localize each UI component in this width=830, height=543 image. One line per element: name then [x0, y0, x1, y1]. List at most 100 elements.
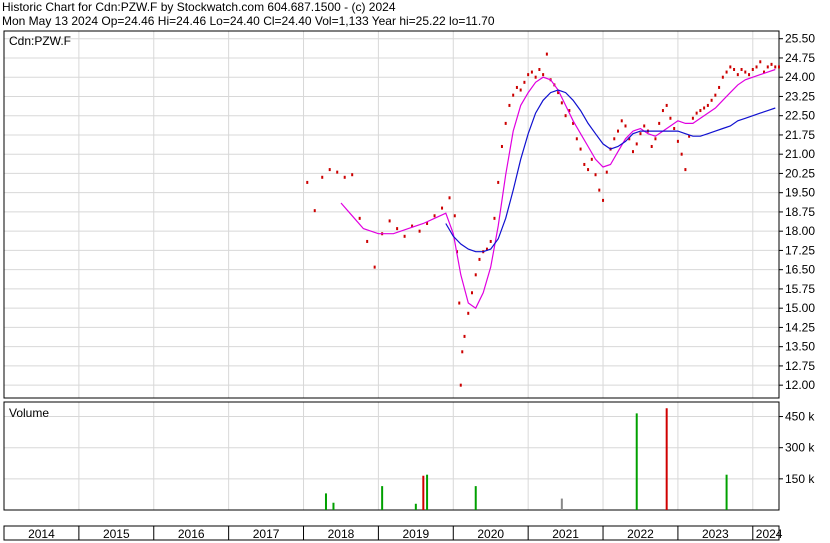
price-tick-label: 18.75 [785, 205, 815, 219]
price-mark [680, 152, 683, 156]
price-mark [403, 234, 406, 238]
price-mark [493, 216, 496, 220]
price-mark [467, 311, 470, 315]
price-mark [321, 175, 324, 179]
price-mark [583, 162, 586, 166]
x-tick-label: 2021 [552, 527, 579, 541]
price-mark [306, 180, 309, 184]
price-tick-label: 14.25 [785, 320, 815, 334]
price-tick-label: 25.50 [785, 32, 815, 46]
price-mark [538, 67, 541, 71]
chart-grid [4, 31, 779, 540]
price-mark [710, 98, 713, 102]
price-mark [703, 106, 706, 110]
price-mark [721, 75, 724, 79]
price-tick-label: 24.75 [785, 51, 815, 65]
price-mark [474, 273, 477, 277]
price-mark [478, 257, 481, 261]
moving-average-slow-line [445, 89, 776, 253]
price-mark [770, 62, 773, 66]
price-mark [669, 116, 672, 120]
price-mark [560, 101, 563, 105]
price-mark [459, 383, 462, 387]
price-mark [661, 109, 664, 113]
price-tick-label: 22.50 [785, 109, 815, 123]
price-mark [313, 209, 316, 213]
price-mark [766, 65, 769, 69]
price-mark [542, 73, 545, 77]
price-mark [461, 350, 464, 354]
x-tick-label: 2019 [402, 527, 429, 541]
price-tick-label: 23.25 [785, 89, 815, 103]
price-mark [706, 103, 709, 107]
price-mark [598, 188, 601, 192]
x-tick-label: 2020 [477, 527, 504, 541]
price-mark [751, 67, 754, 71]
price-mark [778, 65, 780, 69]
price-mark [575, 137, 578, 141]
price-tick-label: 20.25 [785, 166, 815, 180]
price-mark [654, 137, 657, 141]
price-mark [684, 168, 687, 172]
price-mark [470, 291, 473, 295]
price-tick-label: 19.50 [785, 186, 815, 200]
price-mark [396, 227, 399, 231]
price-tick-label: 15.75 [785, 282, 815, 296]
price-mark [564, 114, 567, 118]
price-mark [605, 170, 608, 174]
price-mark [587, 168, 590, 172]
volume-axis: 450 k 300 k 150 k [779, 410, 815, 486]
price-mark [519, 88, 522, 92]
price-mark [433, 214, 436, 218]
price-tick-label: 12.75 [785, 359, 815, 373]
x-tick-label: 2018 [328, 527, 355, 541]
price-mark [635, 142, 638, 146]
price-mark [388, 219, 391, 223]
price-mark [523, 80, 526, 84]
price-mark [545, 52, 548, 56]
price-mark [740, 67, 743, 71]
price-tick-label: 17.25 [785, 243, 815, 257]
price-tick-label: 21.75 [785, 128, 815, 142]
price-tick-label: 24.00 [785, 70, 815, 84]
price-axis: 25.50 24.75 24.00 23.25 22.50 21.75 21.00 20.25… [779, 32, 815, 392]
price-mark [351, 173, 354, 177]
x-axis: 2014 2015 2016 2017 2018 2019 2020 2021 2022 2023… [28, 527, 783, 541]
price-mark [617, 129, 620, 133]
price-mark [714, 93, 717, 97]
price-mark [515, 85, 518, 89]
price-mark [594, 173, 597, 177]
price-mark [733, 67, 736, 71]
price-mark [613, 137, 616, 141]
price-mark [373, 265, 376, 269]
price-mark [718, 85, 721, 89]
price-mark [441, 206, 444, 210]
price-mark [500, 144, 503, 148]
moving-average-fast-line [340, 68, 776, 310]
price-mark [497, 180, 500, 184]
price-tick-label: 16.50 [785, 263, 815, 277]
price-mark [691, 116, 694, 120]
price-mark [620, 119, 623, 123]
volume-tick-label: 150 k [785, 472, 815, 486]
price-mark [744, 70, 747, 74]
price-mark [695, 111, 698, 115]
symbol-label: Cdn:PZW.F [9, 34, 71, 48]
price-mark [530, 70, 533, 74]
x-tick-label: 2023 [702, 527, 729, 541]
x-tick-label: 2015 [103, 527, 130, 541]
price-mark [366, 239, 369, 243]
price-mark [650, 144, 653, 148]
price-mark [534, 75, 537, 79]
x-tick-label: 2014 [28, 527, 55, 541]
price-mark [602, 198, 605, 202]
volume-tick-label: 450 k [785, 410, 815, 424]
price-mark [725, 70, 728, 74]
price-mark [755, 65, 758, 69]
price-mark [643, 124, 646, 128]
price-marks [306, 52, 780, 387]
price-mark [448, 196, 451, 200]
volume-panel-label: Volume [9, 406, 49, 420]
price-mark [736, 73, 739, 77]
x-tick-label: 2016 [178, 527, 205, 541]
